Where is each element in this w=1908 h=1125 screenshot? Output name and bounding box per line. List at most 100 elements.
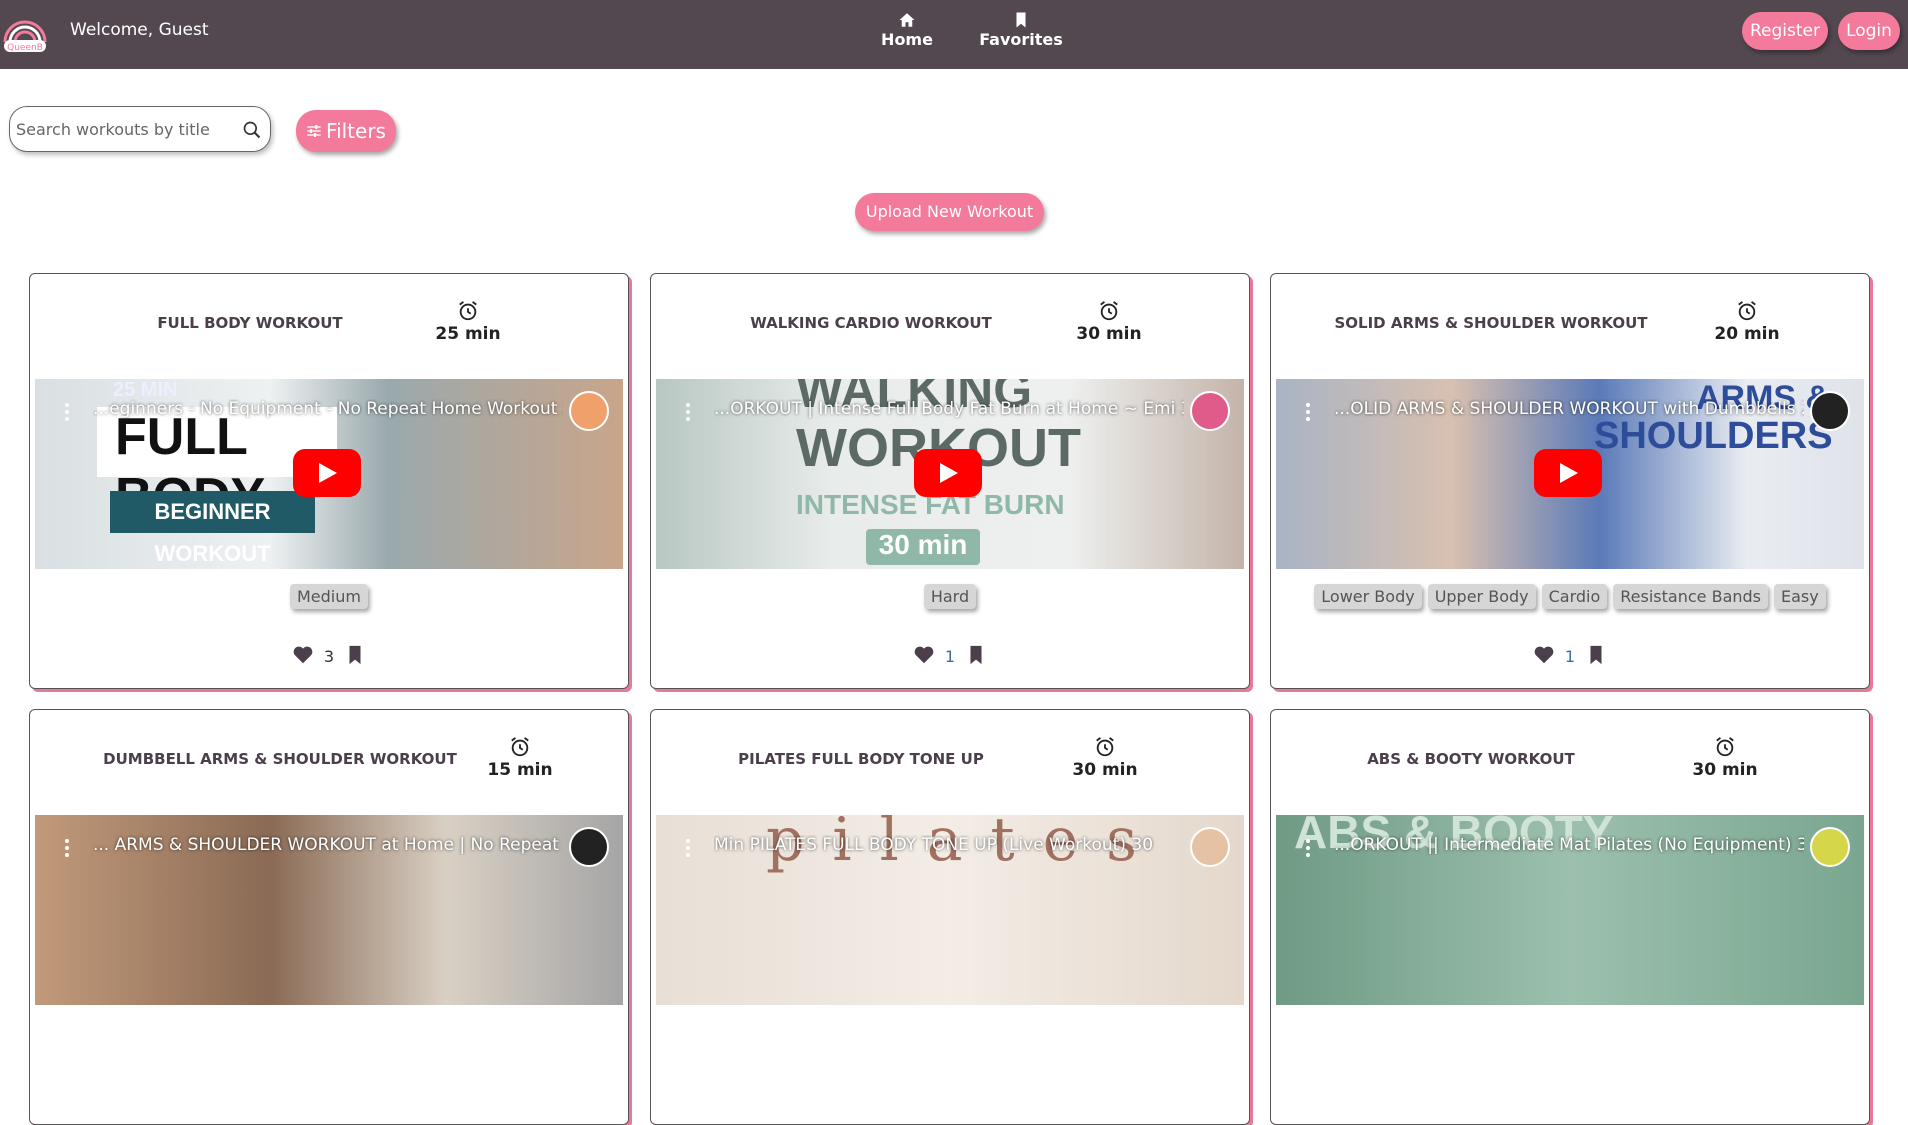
video-title[interactable]: ...ORKOUT || Intermediate Mat Pilates (N… [1334, 835, 1804, 855]
like-count: 3 [323, 647, 335, 666]
bookmark-icon [976, 8, 1066, 30]
nav-home-label: Home [881, 30, 933, 49]
thumbnail-text: SHOULDERS [1594, 415, 1833, 457]
workout-duration: 30 min [1069, 300, 1149, 344]
card-actions: 1 [651, 644, 1249, 666]
search-box [9, 106, 271, 152]
queenb-logo[interactable]: QueenB [0, 4, 50, 54]
alarm-clock-icon [459, 301, 477, 321]
heart-icon[interactable] [913, 644, 935, 666]
alarm-clock-icon [1716, 737, 1734, 757]
nav-home[interactable]: Home [862, 8, 952, 49]
video-thumbnail[interactable]: ... ARMS & SHOULDER WORKOUT at Home | No… [35, 815, 623, 1005]
video-menu-icon[interactable] [65, 839, 69, 860]
heart-icon[interactable] [292, 644, 314, 666]
nav-favorites-label: Favorites [979, 30, 1063, 49]
video-thumbnail[interactable]: ARMS & SHOULDERS ...OLID ARMS & SHOULDER… [1276, 379, 1864, 569]
video-title[interactable]: Min PILATES FULL BODY TONE UP (Live Work… [714, 835, 1184, 855]
workout-title: DUMBBELL ARMS & SHOULDER WORKOUT [103, 750, 457, 768]
workout-card: PILATES FULL BODY TONE UP 30 min pilates… [650, 709, 1250, 1125]
duration-text: 25 min [435, 324, 501, 344]
filters-button[interactable]: Filters [296, 110, 396, 152]
card-actions: 3 [30, 644, 628, 666]
tag: Upper Body [1427, 584, 1536, 609]
workout-duration: 25 min [428, 300, 508, 344]
play-icon [940, 463, 958, 483]
like-count: 1 [1564, 647, 1576, 666]
video-thumbnail[interactable]: WALKING WORKOUT INTENSE FAT BURN 30 min … [656, 379, 1244, 569]
workout-card: ABS & BOOTY WORKOUT 30 min ABS & BOOTY .… [1270, 709, 1870, 1125]
channel-avatar[interactable] [1190, 827, 1230, 867]
duration-text: 15 min [487, 760, 553, 780]
video-menu-icon[interactable] [1306, 839, 1310, 860]
channel-avatar[interactable] [1810, 391, 1850, 431]
channel-avatar[interactable] [1190, 391, 1230, 431]
alarm-clock-icon [1100, 301, 1118, 321]
thumbnail-text: BEGINNER WORKOUT [110, 491, 315, 566]
tag: Medium [290, 584, 368, 609]
nav-favorites[interactable]: Favorites [976, 8, 1066, 49]
workout-card: FULL BODY WORKOUT 25 min 25 MIN FULL BOD… [29, 273, 629, 689]
channel-avatar[interactable] [1810, 827, 1850, 867]
alarm-clock-icon [1096, 737, 1114, 757]
video-menu-icon[interactable] [65, 403, 69, 424]
workout-duration: 20 min [1707, 300, 1787, 344]
video-thumbnail[interactable]: 25 MIN FULL BODY BEGINNER WORKOUT ...egi… [35, 379, 623, 569]
alarm-clock-icon [511, 737, 529, 757]
workout-card: DUMBBELL ARMS & SHOULDER WORKOUT 15 min … [29, 709, 629, 1125]
bookmark-icon[interactable] [1585, 644, 1607, 666]
workout-card: SOLID ARMS & SHOULDER WORKOUT 20 min ARM… [1270, 273, 1870, 689]
upload-workout-button[interactable]: Upload New Workout [855, 193, 1044, 231]
video-title[interactable]: ...OLID ARMS & SHOULDER WORKOUT with Dum… [1334, 399, 1804, 419]
workout-duration: 30 min [1065, 736, 1145, 780]
workout-duration: 15 min [480, 736, 560, 780]
channel-avatar[interactable] [569, 827, 609, 867]
tag: Cardio [1541, 584, 1608, 609]
login-button[interactable]: Login [1838, 12, 1900, 50]
duration-text: 20 min [1714, 324, 1780, 344]
alarm-clock-icon [1738, 301, 1756, 321]
tag: Lower Body [1314, 584, 1422, 609]
video-thumbnail[interactable]: pilates Min PILATES FULL BODY TONE UP (L… [656, 815, 1244, 1005]
workout-title: WALKING CARDIO WORKOUT [750, 314, 992, 332]
video-menu-icon[interactable] [686, 839, 690, 860]
search-icon[interactable] [242, 120, 262, 140]
video-title[interactable]: ...ORKOUT | Intense Full Body Fat Burn a… [714, 399, 1184, 419]
like-count: 1 [944, 647, 956, 666]
register-button[interactable]: Register [1742, 12, 1828, 50]
tag-list: Medium [30, 584, 628, 609]
home-icon [862, 8, 952, 30]
search-input[interactable] [16, 117, 236, 141]
svg-text:QueenB: QueenB [7, 43, 43, 53]
workout-title: PILATES FULL BODY TONE UP [738, 750, 984, 768]
filters-label: Filters [326, 119, 386, 143]
play-icon [319, 463, 337, 483]
bookmark-icon[interactable] [965, 644, 987, 666]
bookmark-icon[interactable] [344, 644, 366, 666]
card-actions: 1 [1271, 644, 1869, 666]
play-button[interactable] [293, 449, 361, 497]
video-menu-icon[interactable] [686, 403, 690, 424]
sliders-icon [307, 125, 321, 137]
play-button[interactable] [914, 449, 982, 497]
play-button[interactable] [1534, 449, 1602, 497]
tag-list: Hard [651, 584, 1249, 609]
video-menu-icon[interactable] [1306, 403, 1310, 424]
workout-title: SOLID ARMS & SHOULDER WORKOUT [1334, 314, 1648, 332]
tag: Resistance Bands [1613, 584, 1768, 609]
top-navbar: QueenB Welcome, Guest Home Favorites Reg… [0, 0, 1908, 69]
video-title[interactable]: ... ARMS & SHOULDER WORKOUT at Home | No… [93, 835, 563, 855]
video-title[interactable]: ...eginners - No Equipment - No Repeat H… [93, 399, 563, 419]
channel-avatar[interactable] [569, 391, 609, 431]
heart-icon[interactable] [1533, 644, 1555, 666]
thumbnail-text: 30 min [866, 529, 980, 565]
duration-text: 30 min [1076, 324, 1142, 344]
tag-list: Lower Body Upper Body Cardio Resistance Ban… [1271, 584, 1869, 609]
workout-card: WALKING CARDIO WORKOUT 30 min WALKING WO… [650, 273, 1250, 689]
workout-duration: 30 min [1685, 736, 1765, 780]
duration-text: 30 min [1072, 760, 1138, 780]
play-icon [1560, 463, 1578, 483]
video-thumbnail[interactable]: ABS & BOOTY ...ORKOUT || Intermediate Ma… [1276, 815, 1864, 1005]
workout-title: ABS & BOOTY WORKOUT [1367, 750, 1575, 768]
tag: Hard [923, 584, 977, 609]
